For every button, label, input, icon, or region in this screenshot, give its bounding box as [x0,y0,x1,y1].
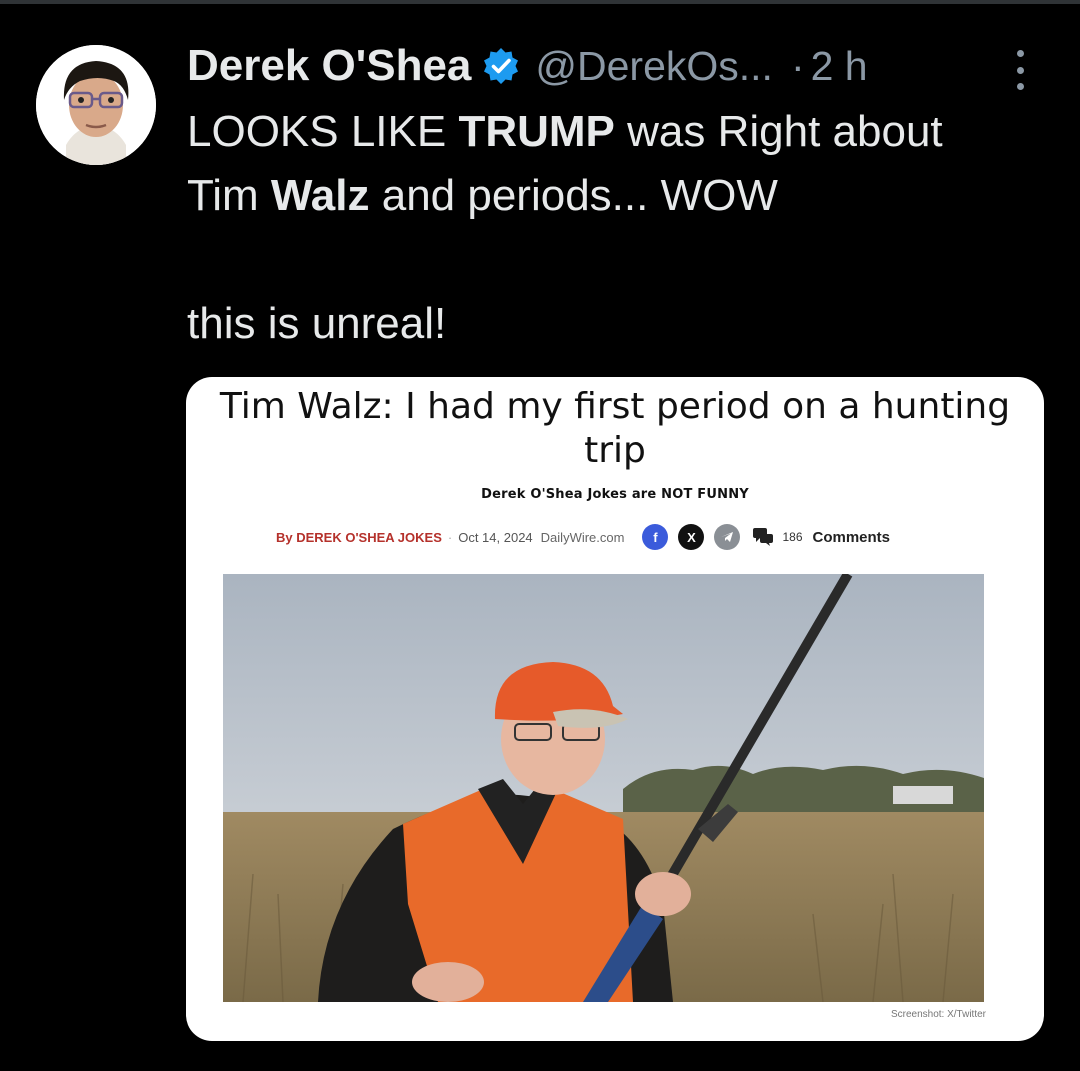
photo-credit: Screenshot: X/Twitter [890,1009,986,1020]
verified-badge-icon [481,46,521,86]
text-run: Tim [187,171,271,220]
comments-link[interactable]: Comments [813,529,891,546]
text-run: LOOKS LIKE [187,107,459,156]
text-run: was Right about [614,107,943,156]
article-photo [223,574,984,1002]
post-text-line: Tim Walz and periods... WOW [187,164,1047,228]
top-divider [0,0,1080,4]
comment-count: 186 [782,530,803,544]
headline-line-1: Tim Walz: I had my first period on a hun… [219,386,1011,427]
bold-text-run: Walz [270,171,370,220]
author-handle[interactable]: @DerekOs... [535,43,773,90]
post-text: LOOKS LIKE TRUMP was Right about Tim Walz… [187,100,1047,356]
text-run: this is unreal! [187,299,447,348]
comments-icon[interactable] [752,527,774,547]
post-time[interactable]: 2 h [811,43,868,90]
separator-dot: · [790,42,805,89]
facebook-icon[interactable]: f [642,524,669,550]
article-site: DailyWire.com [540,529,625,545]
meta-divider: · [447,529,453,545]
bold-text-run: TRUMP [458,107,615,156]
article-card[interactable]: Tim Walz: I had my first period on a hun… [186,377,1044,1041]
article-date: Oct 14, 2024 [458,529,533,545]
headline-line-2: trip [584,430,646,471]
article-subhead: Derek O'Shea Jokes are NOT FUNNY [481,487,749,502]
article-headline: Tim Walz: I had my first period on a hun… [186,385,1044,473]
author-avatar[interactable] [36,45,156,165]
telegram-icon[interactable] [714,524,741,550]
x-icon[interactable]: X [678,524,705,550]
text-run: and periods... WOW [369,171,778,220]
post-header: Derek O'Shea @DerekOs... · 2 h [187,36,868,96]
post-text-line: LOOKS LIKE TRUMP was Right about [187,100,1047,164]
post-text-line: this is unreal! [187,292,1047,356]
author-name[interactable]: Derek O'Shea [187,41,471,91]
more-options-icon[interactable] [1010,50,1030,90]
article-meta: By DEREK O'SHEA JOKES · Oct 14, 2024 Dai… [276,523,890,551]
article-byline[interactable]: By DEREK O'SHEA JOKES [276,530,442,545]
